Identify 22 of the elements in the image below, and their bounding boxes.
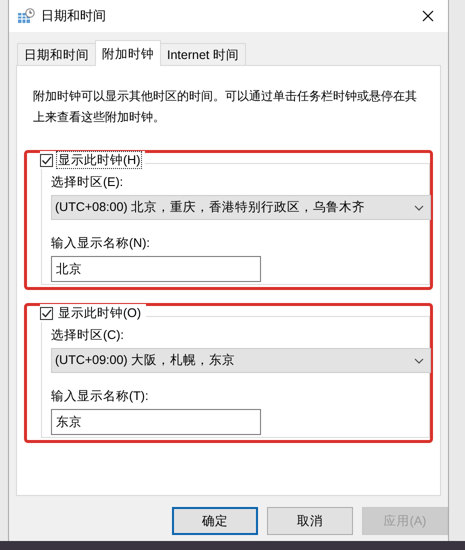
- chevron-down-icon: [414, 204, 424, 210]
- field-label: 选择时区(C):: [51, 327, 125, 344]
- field-label: 输入显示名称(N):: [51, 235, 151, 252]
- dialog-button[interactable]: 确定: [172, 507, 258, 535]
- timezone-dropdown[interactable]: (UTC+09:00) 大阪，札幌，东京: [51, 348, 431, 373]
- description-text: 附加时钟可以显示其他时区的时间。可以通过单击任务栏时钟或悬停在其上来查看这些附加时钟。: [33, 88, 418, 126]
- chevron-down-icon: [414, 358, 424, 364]
- tab[interactable]: 日期和时间: [17, 43, 96, 65]
- checkbox[interactable]: [40, 306, 53, 320]
- field-label: 选择时区(E):: [51, 174, 124, 191]
- tab[interactable]: 附加时钟: [95, 40, 161, 66]
- timezone-dropdown[interactable]: (UTC+08:00) 北京，重庆，香港特别行政区，乌鲁木齐: [51, 195, 431, 220]
- tab[interactable]: Internet 时间: [160, 43, 246, 65]
- calendar-clock-icon: [17, 8, 35, 24]
- dialog-button[interactable]: 取消: [267, 507, 353, 535]
- checkbox-label[interactable]: 显示此时钟(H): [56, 151, 142, 169]
- checkbox[interactable]: [40, 154, 53, 166]
- close-icon: [422, 10, 434, 22]
- name-input-field[interactable]: 东京: [51, 409, 261, 435]
- name-input-field[interactable]: 北京: [51, 256, 261, 282]
- field-label: 输入显示名称(T):: [51, 388, 150, 405]
- window-title: 日期和时间: [41, 7, 106, 26]
